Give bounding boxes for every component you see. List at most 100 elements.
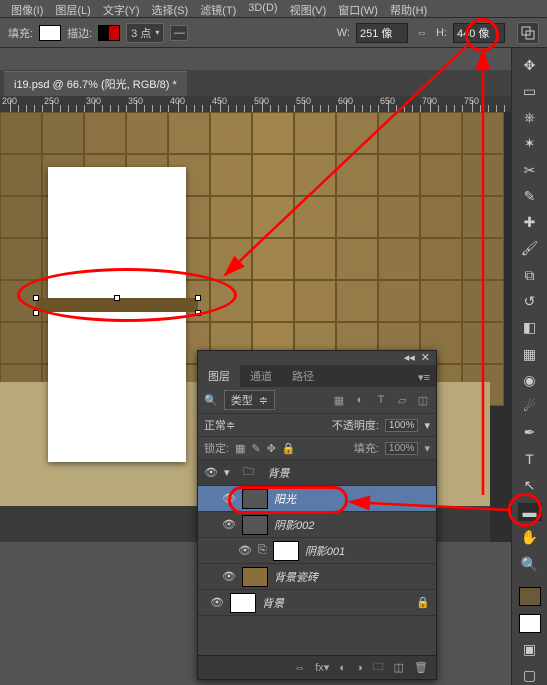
blur-tool[interactable]: ◉ [518, 371, 542, 389]
filter-type-icon[interactable]: T [374, 393, 388, 407]
tab-paths[interactable]: 路径 [282, 365, 324, 387]
chevron-down-icon: ▾ [155, 28, 159, 37]
lock-all-icon[interactable]: 🔒 [282, 442, 296, 455]
hand-tool[interactable]: ✋ [518, 529, 542, 547]
visibility-icon[interactable]: 👁 [222, 518, 236, 531]
height-input[interactable]: 440 像 [453, 23, 505, 43]
folder-icon: 🗀 [236, 463, 262, 483]
dodge-tool[interactable]: ☄ [518, 397, 542, 415]
filter-pixel-icon[interactable]: ▦ [332, 393, 346, 407]
search-icon[interactable]: 🔍 [204, 394, 218, 407]
stroke-swatch[interactable] [98, 25, 120, 41]
align-edges-button[interactable] [517, 22, 539, 44]
lock-pixels-icon[interactable]: ▦ [235, 442, 245, 455]
blend-mode-dropdown[interactable]: 正常≑ [204, 417, 282, 433]
background-color[interactable] [519, 614, 541, 633]
marquee-tool[interactable]: ▭ [518, 82, 542, 100]
transform-handle[interactable] [33, 310, 39, 316]
chevron-down-icon[interactable]: ▾ [424, 419, 430, 432]
transform-handle[interactable] [195, 295, 201, 301]
panel-tabs: 图层 通道 路径 ▾≡ [198, 365, 436, 387]
transform-handle[interactable] [114, 295, 120, 301]
brush-tool[interactable]: 🖌 [518, 240, 542, 258]
pen-tool[interactable]: ✒ [518, 424, 542, 442]
layers-footer: ⇔ fx▾ ◐ ◑ 🗀 ◫ 🗑 [198, 655, 436, 679]
gradient-tool[interactable]: ▦ [518, 345, 542, 363]
eyedropper-tool[interactable]: ✎ [518, 187, 542, 205]
visibility-icon[interactable]: 👁 [222, 570, 236, 583]
menu-item[interactable]: 图层(L) [49, 0, 96, 17]
layer-name: 阴影002 [274, 517, 314, 533]
menu-item[interactable]: 3D(D) [242, 0, 283, 17]
stroke-type-dropdown[interactable]: — [170, 25, 188, 41]
tools-panel: ✥ ▭ ⎈ ✶ ✂ ✎ ✚ 🖌 ⧉ ↺ ◧ ▦ ◉ ☄ ✒ T ↖ ▬ ✋ 🔍 … [511, 48, 547, 685]
delete-icon[interactable]: 🗑 [414, 661, 428, 674]
eraser-tool[interactable]: ◧ [518, 319, 542, 337]
lock-move-icon[interactable]: ✥ [267, 442, 276, 455]
adjustment-icon[interactable]: ◑ [356, 662, 363, 674]
link-icon[interactable]: ⇔ [414, 25, 430, 41]
opacity-input[interactable]: 100% [385, 419, 419, 432]
filter-adjust-icon[interactable]: ◐ [353, 393, 367, 407]
crop-tool[interactable]: ✂ [518, 161, 542, 179]
path-tool[interactable]: ↖ [518, 476, 542, 494]
chevron-down-icon[interactable]: ▾ [424, 442, 430, 455]
type-tool[interactable]: T [518, 450, 542, 468]
move-tool[interactable]: ✥ [518, 56, 542, 74]
layer-group[interactable]: 👁 ▾ 🗀 背景 [198, 460, 436, 486]
filter-type-dropdown[interactable]: 类型 ≑ [224, 390, 275, 410]
close-icon[interactable]: ✕ [421, 351, 430, 365]
heal-tool[interactable]: ✚ [518, 214, 542, 232]
menu-item[interactable]: 图像(I) [5, 0, 49, 17]
foreground-color[interactable] [519, 587, 541, 606]
lock-position-icon[interactable]: ✎ [251, 442, 260, 455]
layer-item[interactable]: 👁 阴影002 [198, 512, 436, 538]
panel-menu-icon[interactable]: ▾≡ [412, 368, 436, 387]
fx-icon[interactable]: fx▾ [315, 661, 329, 674]
filter-shape-icon[interactable]: ▱ [395, 393, 409, 407]
layer-item[interactable]: 👁 ⎘ 阴影001 [198, 538, 436, 564]
filter-smart-icon[interactable]: ◫ [416, 393, 430, 407]
stamp-tool[interactable]: ⧉ [518, 266, 542, 284]
link-layers-icon[interactable]: ⇔ [294, 662, 305, 674]
collapse-icon[interactable]: ◂◂ [404, 351, 415, 365]
menu-item[interactable]: 滤镜(T) [194, 0, 242, 17]
tab-channels[interactable]: 通道 [240, 365, 282, 387]
width-input[interactable]: 251 像 [356, 23, 408, 43]
transform-handle[interactable] [33, 295, 39, 301]
fill-swatch[interactable] [39, 25, 61, 41]
visibility-icon[interactable]: 👁 [204, 466, 218, 479]
lock-label: 锁定: [204, 440, 229, 456]
zoom-tool[interactable]: 🔍 [518, 555, 542, 573]
menu-item[interactable]: 窗口(W) [332, 0, 384, 17]
document-tab[interactable]: i19.psd @ 66.7% (阳光, RGB/8) * [4, 71, 187, 96]
fill-input[interactable]: 100% [385, 442, 419, 455]
blend-row: 正常≑ 不透明度: 100% ▾ [198, 414, 436, 437]
tab-layers[interactable]: 图层 [198, 365, 240, 387]
menu-item[interactable]: 视图(V) [284, 0, 333, 17]
transform-handle[interactable] [195, 310, 201, 316]
layer-list: 👁 ▾ 🗀 背景 👁 阳光 👁 阴影002 👁 ⎘ 阴影001 👁 背景瓷砖 [198, 460, 436, 616]
mask-icon[interactable]: ◐ [339, 662, 346, 674]
layer-item[interactable]: 👁 阳光 [198, 486, 436, 512]
wand-tool[interactable]: ✶ [518, 135, 542, 153]
layer-item[interactable]: 👁 背景瓷砖 [198, 564, 436, 590]
history-brush-tool[interactable]: ↺ [518, 292, 542, 310]
lasso-tool[interactable]: ⎈ [518, 109, 542, 127]
menu-item[interactable]: 选择(S) [146, 0, 195, 17]
menu-item[interactable]: 帮助(H) [384, 0, 433, 17]
visibility-icon[interactable]: 👁 [210, 596, 224, 609]
visibility-icon[interactable]: 👁 [222, 492, 236, 505]
menu-item[interactable]: 文字(Y) [97, 0, 146, 17]
rectangle-tool[interactable]: ▬ [518, 503, 542, 521]
stroke-weight-dropdown[interactable]: 3 点 ▾ [126, 23, 164, 43]
screen-mode-toggle[interactable]: ▢ [518, 667, 542, 685]
group-icon[interactable]: 🗀 [373, 658, 384, 677]
lock-row: 锁定: ▦ ✎ ✥ 🔒 填充: 100% ▾ [198, 437, 436, 460]
layer-name: 背景瓷砖 [274, 569, 318, 585]
layer-item[interactable]: 👁 背景 🔒 [198, 590, 436, 616]
expand-icon[interactable]: ▾ [224, 466, 230, 479]
quickmask-toggle[interactable]: ▣ [518, 641, 542, 659]
visibility-icon[interactable]: 👁 [238, 544, 252, 557]
new-layer-icon[interactable]: ◫ [394, 661, 404, 674]
